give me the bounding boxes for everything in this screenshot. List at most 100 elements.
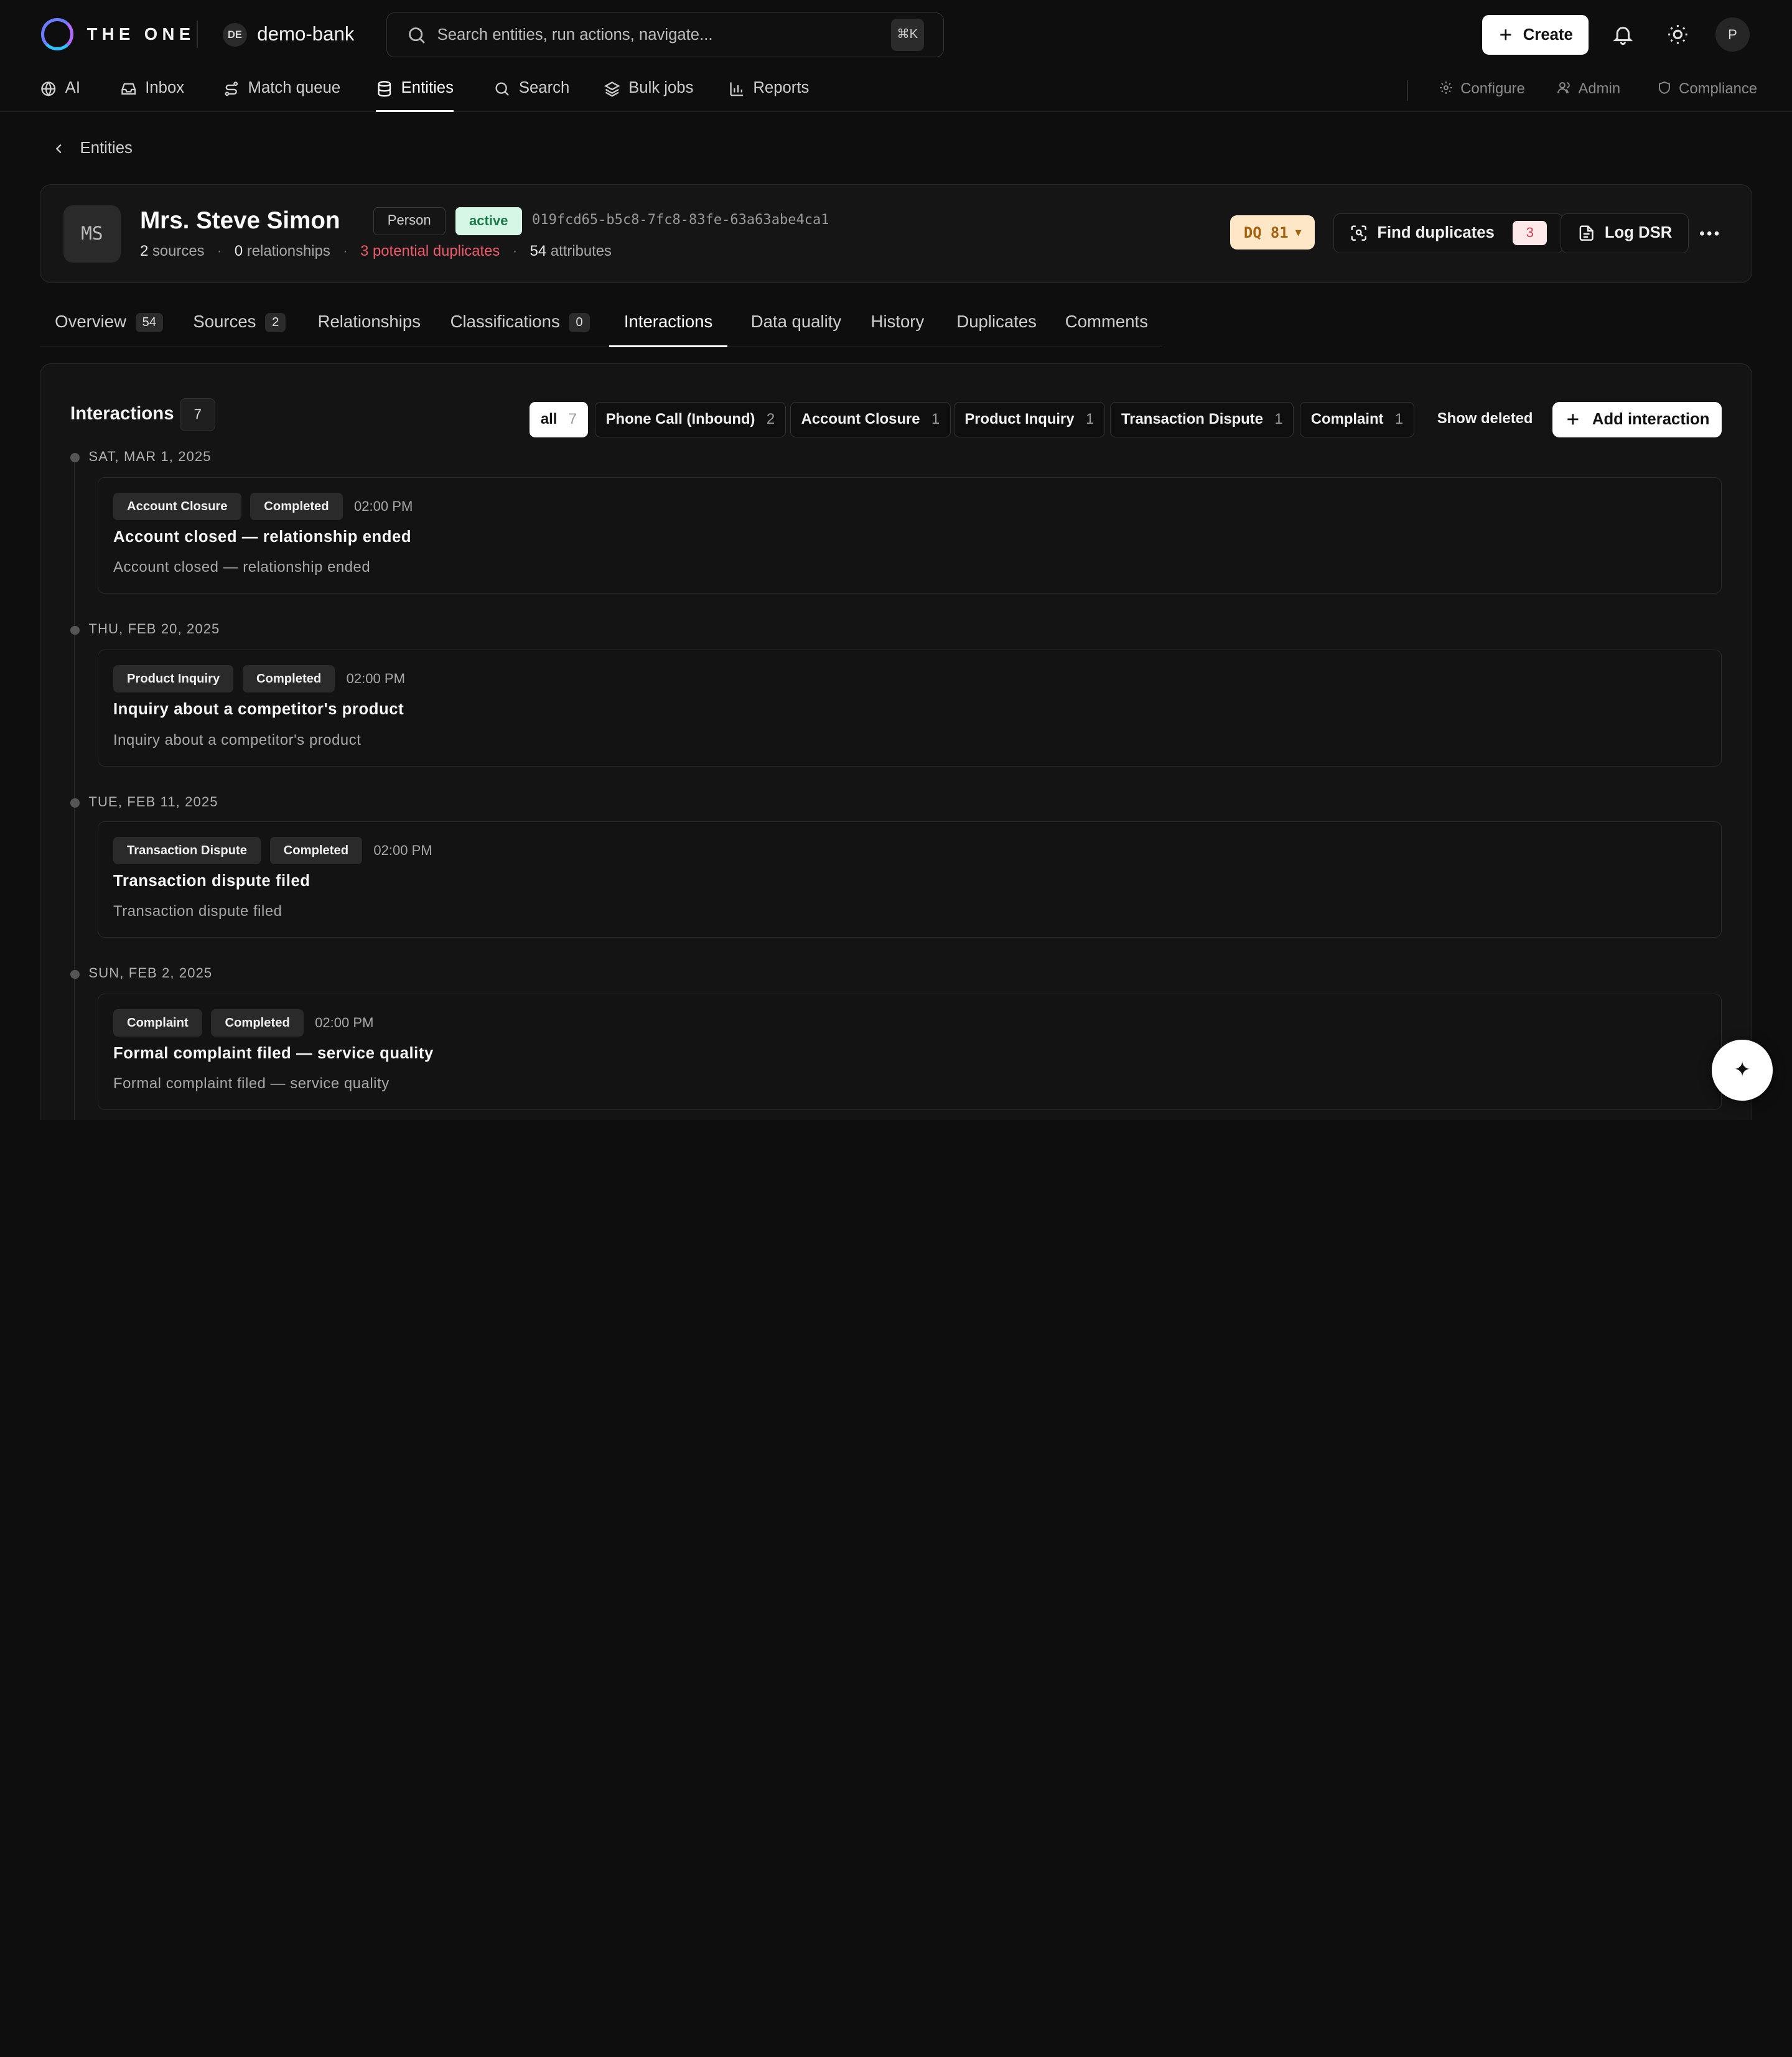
nav-label: Bulk jobs <box>628 78 694 96</box>
database-icon <box>378 80 391 96</box>
tab-count: 2 <box>265 313 286 333</box>
find-duplicates-button[interactable]: Find duplicates 3 <box>1333 213 1564 253</box>
breadcrumb[interactable]: Entities <box>52 139 133 157</box>
entity-summary: 2 sources · 0 relationships · 3 potentia… <box>140 243 612 260</box>
interaction-description: Account closed — relationship ended <box>113 559 371 576</box>
user-avatar[interactable]: P <box>1715 17 1750 52</box>
shield-icon <box>1659 81 1671 94</box>
interaction-title: Account closed — relationship ended <box>113 528 412 546</box>
interactions-panel: Interactions 7 all 7 Phone Call (Inbound)… <box>40 363 1752 1120</box>
log-dsr-button[interactable]: Log DSR <box>1561 213 1689 253</box>
nav-item-configure[interactable]: Configure <box>1439 80 1525 98</box>
bell-icon[interactable] <box>1612 23 1635 46</box>
search-icon <box>409 27 425 44</box>
tab-overview[interactable]: Overview 54 <box>55 312 164 347</box>
add-interaction-button[interactable]: Add interaction <box>1552 401 1722 437</box>
plus-icon <box>1500 29 1511 40</box>
tab-count: 0 <box>569 313 590 333</box>
layers-icon <box>604 81 620 97</box>
day-label: SUN, FEB 2, 2025 <box>88 965 213 981</box>
nav-item-search[interactable]: Search <box>493 79 569 112</box>
panel-title: Interactions <box>70 403 174 424</box>
attributes-summary[interactable]: 54 attributes <box>530 243 612 260</box>
tab-classifications[interactable]: Classifications 0 <box>450 312 590 347</box>
tab-interactions[interactable]: Interactions <box>609 312 728 348</box>
filter-chip-account-closure[interactable]: Account Closure 1 <box>790 401 951 437</box>
create-button[interactable]: Create <box>1482 14 1589 55</box>
interaction-title: Formal complaint filed — service quality <box>113 1044 434 1062</box>
nav-item-entities[interactable]: Entities <box>376 79 454 112</box>
search-input[interactable] <box>437 22 872 48</box>
interaction-card[interactable]: Complaint Completed 02:00 PM Formal comp… <box>98 994 1722 1111</box>
timeline-dot <box>70 453 80 462</box>
tab-relationships[interactable]: Relationships <box>318 312 421 347</box>
entity-header-card: MS Mrs. Steve Simon Person active 019fcd… <box>40 184 1752 284</box>
filter-chip-product-inquiry[interactable]: Product Inquiry 1 <box>953 401 1105 437</box>
caret-down-icon: ▼ <box>1295 226 1302 239</box>
interaction-type-tag: Transaction Dispute <box>113 836 261 864</box>
filter-chip-all[interactable]: all 7 <box>530 401 588 437</box>
dq-score-button[interactable]: DQ 81 ▼ <box>1230 215 1315 250</box>
interaction-time: 02:00 PM <box>315 1014 374 1030</box>
interaction-title: Transaction dispute filed <box>113 872 310 890</box>
tab-history[interactable]: History <box>871 312 925 347</box>
day-label: SAT, MAR 1, 2025 <box>88 448 212 464</box>
brand-name: THE ONE <box>86 24 195 44</box>
entity-name: Mrs. Steve Simon <box>140 207 340 235</box>
nav-item-ai[interactable]: AI <box>40 79 80 112</box>
timeline-dot <box>70 625 80 635</box>
global-search[interactable]: ⌘K <box>386 12 945 57</box>
tenant-avatar[interactable]: DE <box>223 22 247 47</box>
nav-item-bulk-jobs[interactable]: Bulk jobs <box>604 78 694 112</box>
day-label: THU, FEB 20, 2025 <box>88 621 220 637</box>
globe-icon <box>41 81 56 96</box>
document-icon <box>1579 225 1594 241</box>
interaction-description: Inquiry about a competitor's product <box>113 731 362 749</box>
tab-count: 54 <box>135 313 164 333</box>
interaction-card[interactable]: Product Inquiry Completed 02:00 PM Inqui… <box>98 650 1722 767</box>
nav-item-inbox[interactable]: Inbox <box>120 79 184 112</box>
nav-label: Admin <box>1578 80 1621 97</box>
entity-tabs: Overview 54 Sources 2 Relationships Classi… <box>40 299 1162 348</box>
duplicates-count-badge: 3 <box>1513 221 1547 246</box>
day-label: TUE, FEB 11, 2025 <box>88 793 218 809</box>
entity-id[interactable]: 019fcd65-b5c8-7fc8-83fe-63a63abe4ca1 <box>532 212 829 228</box>
tab-comments[interactable]: Comments <box>1065 312 1148 347</box>
users-icon <box>1557 82 1570 93</box>
interaction-type-tag: Complaint <box>113 1009 202 1037</box>
sun-icon[interactable] <box>1666 23 1689 46</box>
filter-chip-complaint[interactable]: Complaint 1 <box>1300 401 1414 437</box>
nav-label: Match queue <box>248 78 341 96</box>
tab-data-quality[interactable]: Data quality <box>751 312 841 347</box>
nav-label: Entities <box>401 78 454 96</box>
timeline-dot <box>70 798 80 808</box>
sources-summary[interactable]: 2 sources <box>140 243 204 260</box>
interaction-time: 02:00 PM <box>373 842 432 858</box>
tab-duplicates[interactable]: Duplicates <box>956 312 1037 347</box>
filter-chip-phone-call[interactable]: Phone Call (Inbound) 2 <box>595 401 786 437</box>
filter-chip-transaction-dispute[interactable]: Transaction Dispute 1 <box>1110 401 1294 437</box>
nav-item-admin[interactable]: Admin <box>1557 80 1621 98</box>
more-options-icon[interactable] <box>1697 221 1722 246</box>
nav-item-reports[interactable]: Reports <box>728 79 809 112</box>
nav-label: Configure <box>1460 80 1525 97</box>
nav-label: AI <box>65 78 80 96</box>
timeline-line <box>73 457 75 1120</box>
sparkle-icon[interactable]: ✦ <box>1712 1040 1773 1101</box>
route-icon <box>225 81 238 96</box>
nav-label: Reports <box>753 78 810 96</box>
interaction-card[interactable]: Account Closure Completed 02:00 PM Accou… <box>98 477 1722 594</box>
interaction-card[interactable]: Transaction Dispute Completed 02:00 PM T… <box>98 821 1722 938</box>
entity-avatar: MS <box>63 205 121 263</box>
brand-logo-icon[interactable] <box>41 18 73 50</box>
tenant-switcher[interactable]: demo-bank <box>257 23 354 45</box>
relationships-summary[interactable]: 0 relationships <box>235 243 330 260</box>
create-label: Create <box>1523 26 1573 44</box>
duplicates-summary[interactable]: 3 potential duplicates <box>360 243 500 260</box>
plus-icon <box>1567 414 1579 425</box>
nav-item-match-queue[interactable]: Match queue <box>223 79 340 112</box>
nav-item-compliance[interactable]: Compliance <box>1657 80 1757 98</box>
nav-label: Compliance <box>1679 80 1758 97</box>
show-deleted-toggle[interactable]: Show deleted <box>1437 410 1533 427</box>
tab-sources[interactable]: Sources 2 <box>193 312 286 347</box>
